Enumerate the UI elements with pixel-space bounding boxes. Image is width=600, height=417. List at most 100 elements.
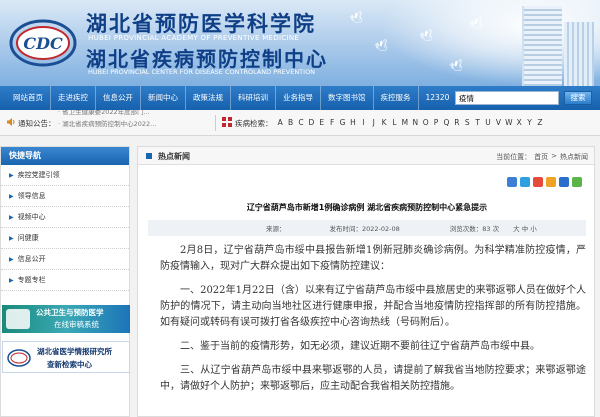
- ad2-line2: 查新检索中心: [47, 360, 92, 369]
- main-nav: 网站首页 走进疾控 信息公开 新闻中心 政策法规 科研培训 业务指导 数字图书馆 疾控服务 123…: [0, 86, 600, 110]
- cdc-logo-small: [7, 349, 31, 367]
- letter-link[interactable]: N: [410, 118, 420, 127]
- share-wechat-icon[interactable]: [572, 177, 582, 187]
- letter-link[interactable]: I: [358, 118, 368, 127]
- search-input[interactable]: [455, 91, 559, 105]
- sidebar-title: 快捷导航: [1, 147, 129, 165]
- letter-link[interactable]: P: [431, 118, 441, 127]
- letter-link[interactable]: H: [348, 118, 358, 127]
- letter-link[interactable]: L: [389, 118, 399, 127]
- nav-item[interactable]: 信息公开: [96, 86, 141, 110]
- letter-link[interactable]: Y: [524, 118, 534, 127]
- arrow-right-icon: ▶: [9, 234, 14, 242]
- arrow-right-icon: ▶: [9, 192, 14, 200]
- nav-item[interactable]: 政策法规: [186, 86, 231, 110]
- share-bar: [504, 177, 582, 187]
- ad1-line2: 在线审稿系统: [54, 320, 99, 329]
- notice-ticker[interactable]: · 省卫生健康委2022年度部门... · 湖北省疾病预防控制中心2022...: [58, 110, 208, 136]
- letter-link[interactable]: V: [493, 118, 503, 127]
- article-paragraph: 一、2022年1月22日（含）以来有辽宁省葫芦岛市绥中县旅居史的来鄂返鄂人员在做…: [160, 285, 586, 328]
- cdc-logo[interactable]: CDC: [9, 14, 77, 72]
- svg-text:CDC: CDC: [23, 34, 63, 53]
- meta-source: 来源：: [266, 225, 286, 233]
- letter-index: ABCDEFGHIJKLMNOPQRSTUVWXYZ: [275, 118, 545, 127]
- arrow-right-icon: ▶: [9, 171, 14, 179]
- article-title: 辽宁省葫芦岛市新增1例确诊病例 湖北省疾病预防控制中心紧急提示: [246, 203, 488, 212]
- share-renren-icon[interactable]: [546, 177, 556, 187]
- share-weibo-icon[interactable]: [533, 177, 543, 187]
- meta-date: 发布时间：2022-02-08: [329, 225, 400, 233]
- font-size-switch[interactable]: 大 中 小: [513, 223, 537, 233]
- breadcrumb-current[interactable]: 热点新闻: [560, 152, 588, 162]
- sidebar-item[interactable]: ▶ 问健康: [1, 228, 129, 249]
- letter-link[interactable]: B: [285, 118, 295, 127]
- article-paragraph: 2月8日，辽宁省葫芦岛市绥中县报告新增1例新冠肺炎确诊病例。为科学精准防控疫情，…: [160, 245, 586, 272]
- journal-review-banner[interactable]: 公共卫生与预防医学 在线审稿系统: [2, 305, 130, 333]
- site-subtitle-1: HUBEI PROVINCIAL ACADEMY OF PREVENTIVE M…: [88, 34, 300, 42]
- letter-link[interactable]: M: [400, 118, 410, 127]
- article-meta: 来源： 发布时间：2022-02-08 浏览次数：83 次 大 中 小: [148, 220, 586, 236]
- share-plus-icon[interactable]: [507, 177, 517, 187]
- letter-link[interactable]: O: [420, 118, 430, 127]
- letter-link[interactable]: S: [462, 118, 472, 127]
- letter-link[interactable]: T: [472, 118, 482, 127]
- sidebar-item-label: 信息公开: [17, 254, 46, 263]
- letter-link[interactable]: X: [514, 118, 524, 127]
- nav-item[interactable]: 12320: [419, 86, 457, 110]
- sidebar-item-label: 专题专栏: [17, 275, 46, 284]
- nav-item[interactable]: 走进疾控: [51, 86, 96, 110]
- sidebar-item[interactable]: ▶ 领导信息: [1, 186, 129, 207]
- breadcrumb-separator: >: [551, 152, 557, 160]
- letter-link[interactable]: C: [296, 118, 306, 127]
- building-image-2: [564, 22, 594, 86]
- letter-link[interactable]: E: [317, 118, 327, 127]
- notice-bar: 通知公告： · 省卫生健康委2022年度部门... · 湖北省疾病预防控制中心2…: [0, 110, 600, 136]
- meta-views: 浏览次数：83 次: [449, 225, 500, 233]
- letter-link[interactable]: Z: [535, 118, 545, 127]
- info-institute-banner[interactable]: 湖北省医学情报研究所 查新检索中心: [2, 341, 130, 373]
- sidebar-item-label: 疾控党建引领: [17, 170, 60, 179]
- nav-item[interactable]: 疾控服务: [374, 86, 419, 110]
- letter-link[interactable]: J: [369, 118, 379, 127]
- dove-icon: 🕊: [348, 10, 366, 27]
- nav-item[interactable]: 科研培训: [231, 86, 276, 110]
- journal-icon: [6, 309, 30, 329]
- nav-item[interactable]: 新闻中心: [141, 86, 186, 110]
- sidebar-item[interactable]: ▶ 专题专栏: [1, 270, 129, 291]
- letter-link[interactable]: K: [379, 118, 389, 127]
- share-qzone-icon[interactable]: [520, 177, 530, 187]
- share-person-icon[interactable]: [559, 177, 569, 187]
- sidebar-list: ▶ 疾控党建引领 ▶ 领导信息 ▶ 视频中心 ▶ 问健康 ▶ 信息公开 ▶ 专题专栏: [1, 165, 129, 291]
- notice-item[interactable]: · 省卫生健康委2022年度部门...: [58, 110, 208, 118]
- nav-items: 网站首页 走进疾控 信息公开 新闻中心 政策法规 科研培训 业务指导 数字图书馆 疾控服务 123…: [0, 86, 456, 110]
- letter-link[interactable]: F: [327, 118, 337, 127]
- nav-item[interactable]: 数字图书馆: [321, 86, 374, 110]
- building-image: [522, 6, 562, 86]
- article-paragraph: 二、鉴于当前的疫情形势，如无必须，建议近期不要前往辽宁省葫芦岛市绥中县。: [180, 341, 540, 352]
- breadcrumb: 当前位置： 首页 > 热点新闻: [493, 152, 588, 162]
- breadcrumb-home[interactable]: 首页: [534, 152, 548, 162]
- sidebar-item[interactable]: ▶ 视频中心: [1, 207, 129, 228]
- nav-item[interactable]: 网站首页: [6, 86, 51, 110]
- search-button[interactable]: 搜索: [564, 91, 592, 105]
- letter-link[interactable]: U: [483, 118, 493, 127]
- nav-item[interactable]: 业务指导: [276, 86, 321, 110]
- sidebar-item-label: 领导信息: [17, 191, 46, 200]
- letter-link[interactable]: R: [452, 118, 462, 127]
- letter-link[interactable]: D: [306, 118, 316, 127]
- sidebar-item-label: 问健康: [17, 233, 39, 242]
- arrow-right-icon: ▶: [9, 213, 14, 221]
- letter-link[interactable]: Q: [441, 118, 451, 127]
- letter-link[interactable]: A: [275, 118, 285, 127]
- sidebar: 快捷导航 ▶ 疾控党建引领 ▶ 领导信息 ▶ 视频中心 ▶ 问健康 ▶ 信息公开 ▶ 专题专栏 公共卫…: [0, 146, 130, 417]
- section-title: 热点新闻: [158, 152, 190, 161]
- sidebar-item[interactable]: ▶ 信息公开: [1, 249, 129, 270]
- notice-item[interactable]: · 湖北省疾病预防控制中心2022...: [58, 118, 208, 130]
- grid-icon: [222, 117, 232, 127]
- disease-search-label: 疾病检索：: [235, 119, 273, 128]
- section-marker-icon: [146, 153, 152, 159]
- notice-label: 通知公告：: [18, 119, 56, 128]
- letter-link[interactable]: G: [337, 118, 347, 127]
- letter-link[interactable]: W: [504, 118, 514, 127]
- sidebar-item[interactable]: ▶ 疾控党建引领: [1, 165, 129, 186]
